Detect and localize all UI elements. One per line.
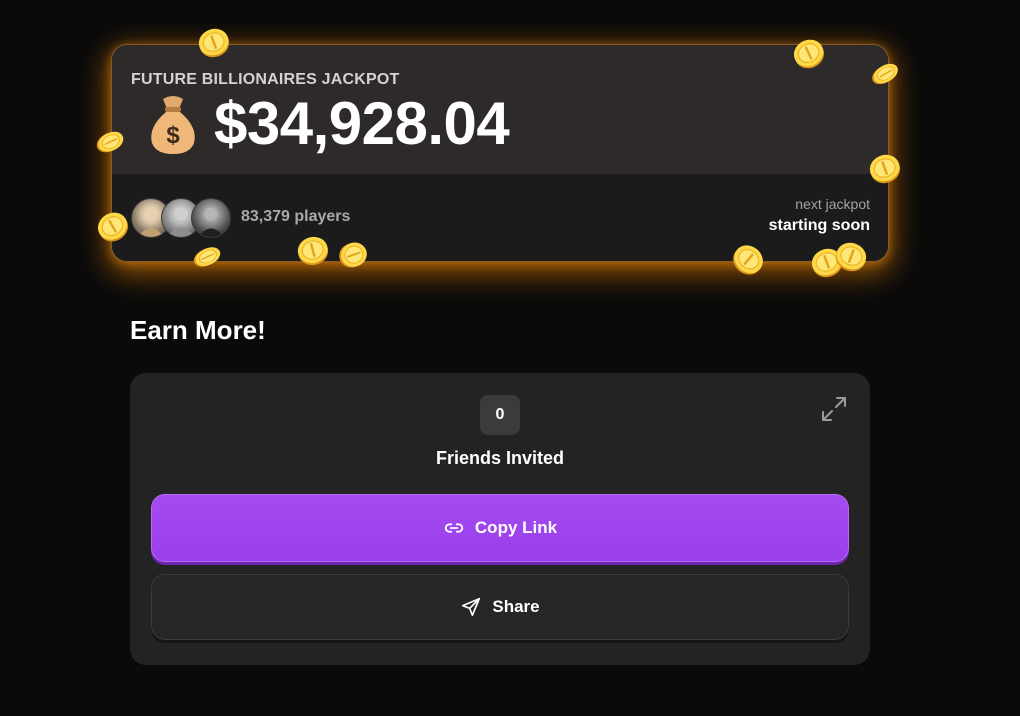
copy-link-button[interactable]: Copy Link <box>151 494 849 562</box>
friends-invited-label: Friends Invited <box>435 448 565 468</box>
avatar <box>191 198 231 238</box>
friends-count-badge: 0 <box>480 395 520 435</box>
player-avatars <box>131 198 241 238</box>
invite-card: 0 Friends Invited Copy Link Share <box>130 373 870 665</box>
copy-link-label: Copy Link <box>474 518 558 537</box>
players-count: 83,379 players <box>241 208 351 225</box>
jackpot-title: FUTURE BILLIONAIRES JACKPOT <box>131 71 400 88</box>
share-button[interactable]: Share <box>151 574 849 640</box>
next-jackpot-label: next jackpot <box>795 196 870 212</box>
page: FUTURE BILLIONAIRES JACKPOT $ $34,928.04… <box>0 0 1020 716</box>
send-icon <box>462 597 481 617</box>
next-jackpot-status: starting soon <box>768 217 870 234</box>
jackpot-amount: $34,928.04 <box>214 90 510 157</box>
money-bag-icon: $ <box>151 96 195 154</box>
jackpot-card: FUTURE BILLIONAIRES JACKPOT $ $34,928.04… <box>111 44 889 262</box>
link-icon <box>444 523 464 533</box>
share-label: Share <box>492 597 540 616</box>
expand-icon[interactable] <box>820 395 848 423</box>
svg-text:$: $ <box>166 122 180 149</box>
section-title: Earn More! <box>130 315 266 345</box>
